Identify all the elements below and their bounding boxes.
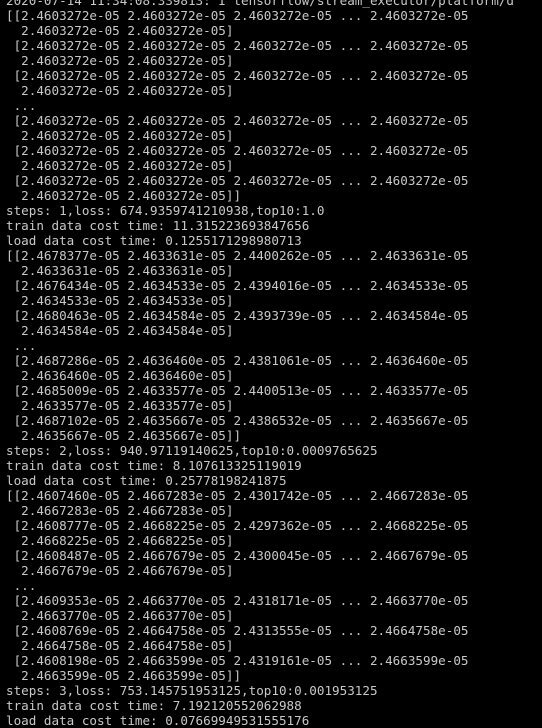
matrix-row: 2.4636460e-05 2.4636460e-05] [6, 368, 234, 383]
log-line-header: 2020-07-14 11:34:08.339813: I tensorflow… [6, 0, 514, 8]
matrix-row: [2.4687286e-05 2.4636460e-05 2.4381061e-… [6, 353, 469, 368]
matrix-row: 2.4634584e-05 2.4634584e-05] [6, 323, 234, 338]
matrix-row: [2.4603272e-05 2.4603272e-05 2.4603272e-… [6, 68, 469, 83]
matrix-row: [2.4685009e-05 2.4633577e-05 2.4400513e-… [6, 383, 469, 398]
matrix-row: 2.4633577e-05 2.4633577e-05] [6, 398, 234, 413]
matrix-row: 2.4635667e-05 2.4635667e-05]] [6, 428, 242, 443]
matrix-row: 2.4664758e-05 2.4664758e-05] [6, 638, 234, 653]
matrix-row: 2.4667283e-05 2.4667283e-05] [6, 503, 234, 518]
matrix-row: [2.4603272e-05 2.4603272e-05 2.4603272e-… [6, 173, 469, 188]
ellipsis-row: ... [6, 98, 37, 113]
matrix-row: [2.4608487e-05 2.4667679e-05 2.4300045e-… [6, 548, 469, 563]
matrix-row: 2.4603272e-05 2.4603272e-05]] [6, 188, 242, 203]
matrix-row: [2.4676434e-05 2.4634533e-05 2.4394016e-… [6, 278, 469, 293]
matrix-row: [2.4608198e-05 2.4663599e-05 2.4319161e-… [6, 653, 469, 668]
load-time-line: load data cost time: 0.1255171298980713 [6, 233, 302, 248]
matrix-row: 2.4668225e-05 2.4668225e-05] [6, 533, 234, 548]
load-time-line: load data cost time: 0.07669949531555176 [6, 713, 310, 728]
steps-status-line: steps: 1,loss: 674.9359741210938,top10:1… [6, 203, 325, 218]
train-time-line: train data cost time: 11.315223693847656 [6, 218, 310, 233]
matrix-row: 2.4663599e-05 2.4663599e-05]] [6, 668, 242, 683]
train-time-line: train data cost time: 7.192120552062988 [6, 698, 302, 713]
terminal-output[interactable]: 2020-07-14 11:34:08.339813: I tensorflow… [0, 0, 542, 728]
matrix-row: [[2.4607460e-05 2.4667283e-05 2.4301742e… [6, 488, 469, 503]
matrix-row: 2.4603272e-05 2.4603272e-05] [6, 23, 234, 38]
matrix-row: 2.4633631e-05 2.4633631e-05] [6, 263, 234, 278]
matrix-row: 2.4634533e-05 2.4634533e-05] [6, 293, 234, 308]
matrix-row: [2.4680463e-05 2.4634584e-05 2.4393739e-… [6, 308, 469, 323]
matrix-row: [2.4608777e-05 2.4668225e-05 2.4297362e-… [6, 518, 469, 533]
matrix-row: [[2.4603272e-05 2.4603272e-05 2.4603272e… [6, 8, 469, 23]
matrix-row: 2.4603272e-05 2.4603272e-05] [6, 83, 234, 98]
matrix-row: [2.4687102e-05 2.4635667e-05 2.4386532e-… [6, 413, 469, 428]
matrix-row: [2.4603272e-05 2.4603272e-05 2.4603272e-… [6, 143, 469, 158]
matrix-row: 2.4663770e-05 2.4663770e-05] [6, 608, 234, 623]
matrix-row: [2.4603272e-05 2.4603272e-05 2.4603272e-… [6, 113, 469, 128]
matrix-row: 2.4603272e-05 2.4603272e-05] [6, 158, 234, 173]
matrix-row: [2.4609353e-05 2.4663770e-05 2.4318171e-… [6, 593, 469, 608]
ellipsis-row: ... [6, 578, 37, 593]
matrix-row: [2.4608769e-05 2.4664758e-05 2.4313555e-… [6, 623, 469, 638]
matrix-row: 2.4603272e-05 2.4603272e-05] [6, 128, 234, 143]
load-time-line: load data cost time: 0.25778198241875 [6, 473, 287, 488]
matrix-row: 2.4603272e-05 2.4603272e-05] [6, 53, 234, 68]
steps-status-line: steps: 3,loss: 753.145751953125,top10:0.… [6, 683, 378, 698]
matrix-row: 2.4667679e-05 2.4667679e-05] [6, 563, 234, 578]
ellipsis-row: ... [6, 338, 37, 353]
matrix-row: [2.4603272e-05 2.4603272e-05 2.4603272e-… [6, 38, 469, 53]
steps-status-line: steps: 2,loss: 940.97119140625,top10:0.0… [6, 443, 378, 458]
matrix-row: [[2.4678377e-05 2.4633631e-05 2.4400262e… [6, 248, 469, 263]
train-time-line: train data cost time: 8.107613325119019 [6, 458, 302, 473]
